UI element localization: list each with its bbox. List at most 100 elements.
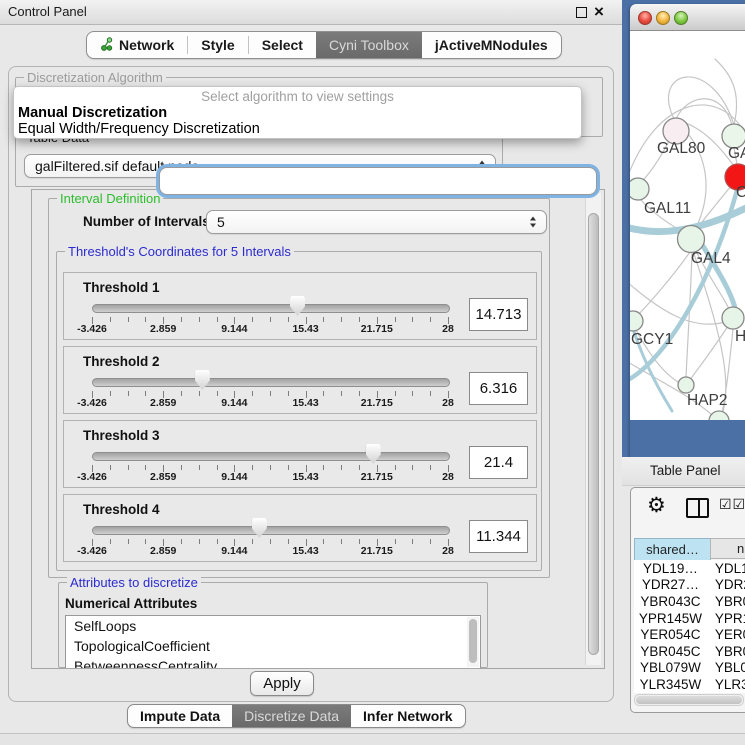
attributes-scrollbar[interactable]: [467, 617, 479, 667]
threshold-label: Threshold 1: [83, 280, 160, 295]
table-hscrollbar[interactable]: [634, 694, 744, 706]
slider-tick-labels: -3.4262.8599.14415.4321.71528: [92, 545, 448, 557]
tab-label: jActiveMNodules: [435, 37, 548, 53]
bottom-tab-impute-data[interactable]: Impute Data: [128, 705, 232, 727]
gear-icon[interactable]: ⚙: [647, 493, 666, 519]
algorithm-option-manual[interactable]: Manual Discretization: [14, 105, 581, 121]
network-node-gcy1[interactable]: [630, 311, 643, 331]
network-canvas[interactable]: GAL80GACGAL11GAL4GCY1HHAP2: [630, 31, 745, 420]
threshold-slider-track[interactable]: [92, 526, 450, 535]
table-cell-shared-name: YLR345W: [634, 677, 707, 692]
control-panel-tabbar: Network StyleSelectCyni Toolbox jActiveMNo…: [86, 31, 562, 59]
settings-scroll-panel: Interval Definition Number of Intervals …: [31, 189, 605, 669]
zoom-traffic-light-icon[interactable]: [674, 11, 688, 25]
network-window-titlebar[interactable]: [630, 4, 745, 31]
cyni-toolbox-panel: Discretization Algorithm Table Data galF…: [8, 66, 614, 702]
tab-label: Network: [119, 37, 174, 53]
threshold-row: Threshold 1-3.4262.8599.14415.4321.71528…: [63, 272, 537, 340]
network-node-label: GA: [728, 145, 745, 162]
table-cell-name: YDL1: [707, 561, 745, 576]
attribute-list-item[interactable]: TopologicalCoefficient: [66, 636, 480, 656]
attributes-title: Attributes to discretize: [67, 575, 201, 590]
cyni-bottom-tabbar: Impute DataDiscretize DataInfer Network: [127, 704, 466, 728]
settings-scrollbar[interactable]: [585, 193, 601, 665]
threshold-slider-thumb[interactable]: [252, 518, 267, 538]
table-row[interactable]: YDR27…YDR2: [634, 577, 745, 594]
network-node-h[interactable]: [722, 307, 744, 329]
algorithm-combo[interactable]: [159, 167, 597, 195]
threshold-slider-track[interactable]: [92, 452, 450, 461]
table-row[interactable]: YLR345WYLR3: [634, 676, 745, 693]
table-row[interactable]: YBR043CYBR0: [634, 593, 745, 610]
tab-jactivemnodules[interactable]: jActiveMNodules: [422, 32, 561, 58]
threshold-label: Threshold 4: [83, 502, 160, 517]
network-edge[interactable]: [715, 59, 737, 125]
table-cell-shared-name: YDR27…: [634, 577, 707, 592]
node-table-body[interactable]: YDL19…YDL1YDR27…YDR2YBR043CYBR0YPR145WYP…: [634, 560, 745, 693]
network-edge[interactable]: [635, 252, 690, 318]
control-panel-title: Control Panel: [8, 4, 87, 19]
threshold-slider-thumb[interactable]: [366, 444, 381, 464]
column-layout-icon[interactable]: [686, 498, 709, 518]
column-header-name[interactable]: n: [710, 538, 745, 559]
table-cell-name: YBR0: [707, 644, 745, 659]
table-row[interactable]: YER054CYER0: [634, 626, 745, 643]
threshold-value-field[interactable]: 14.713: [469, 298, 528, 331]
threshold-value-field[interactable]: 6.316: [469, 372, 528, 405]
table-row[interactable]: YBR045CYBR0: [634, 643, 745, 660]
attribute-list-item[interactable]: SelfLoops: [66, 616, 480, 636]
float-window-icon[interactable]: [576, 7, 587, 18]
tab-select[interactable]: Select: [249, 32, 316, 58]
table-cell-shared-name: YPR145W: [634, 611, 707, 626]
threshold-value-field[interactable]: 11.344: [469, 520, 528, 553]
interval-definition-title: Interval Definition: [57, 191, 163, 206]
threshold-value-field[interactable]: 21.4: [469, 446, 528, 479]
network-edge[interactable]: [630, 281, 725, 324]
table-cell-name: YPR1: [707, 611, 745, 626]
threshold-row: Threshold 2 -3.4262.8599.14415.4321.71528…: [63, 346, 537, 414]
threshold-slider-track[interactable]: [92, 304, 450, 313]
network-node-label: C: [736, 184, 745, 201]
tab-style[interactable]: Style: [188, 32, 247, 58]
threshold-slider-track[interactable]: [92, 378, 450, 387]
table-cell-name: YBR0: [707, 594, 745, 609]
network-node-gal4[interactable]: [678, 226, 705, 253]
column-header-shared[interactable]: shared…: [634, 538, 711, 561]
network-node-label: HAP2: [687, 392, 728, 409]
table-row[interactable]: YPR145WYPR1: [634, 610, 745, 627]
table-cell-shared-name: YDL19…: [634, 561, 707, 576]
bottom-tab-infer-network[interactable]: Infer Network: [351, 705, 464, 727]
network-node[interactable]: [709, 411, 729, 420]
table-hscrollbar-thumb[interactable]: [636, 696, 742, 704]
numerical-attributes-list[interactable]: SelfLoopsTopologicalCoefficientBetweenne…: [65, 615, 481, 669]
number-of-intervals-combo[interactable]: 5: [206, 210, 547, 234]
threshold-slider-thumb[interactable]: [290, 296, 305, 316]
table-panel-title: Table Panel: [650, 463, 721, 478]
network-node-hap2[interactable]: [678, 377, 694, 393]
attributes-group: Attributes to discretize Numerical Attri…: [58, 582, 488, 668]
minimize-traffic-light-icon[interactable]: [656, 11, 670, 25]
close-traffic-light-icon[interactable]: [638, 11, 652, 25]
apply-button[interactable]: Apply: [250, 671, 314, 696]
network-view-window: GAL80GACGAL11GAL4GCY1HHAP2: [630, 4, 745, 457]
attributes-scrollbar-thumb[interactable]: [469, 619, 477, 663]
numerical-attributes-label: Numerical Attributes: [65, 596, 197, 611]
threshold-label: Threshold 2: [83, 354, 160, 369]
slider-tick-labels: -3.4262.8599.14415.4321.71528: [92, 397, 448, 409]
threshold-row: Threshold 3-3.4262.8599.14415.4321.71528…: [63, 420, 537, 488]
threshold-slider-thumb[interactable]: [195, 370, 210, 390]
discretization-algorithm-title: Discretization Algorithm: [24, 70, 166, 85]
close-icon[interactable]: ×: [594, 0, 604, 24]
settings-scrollbar-thumb[interactable]: [588, 213, 599, 655]
algorithm-option-equal-width[interactable]: Equal Width/Frequency Discretization: [14, 121, 581, 137]
table-row[interactable]: YBL079WYBL0: [634, 660, 745, 677]
network-node-gal11[interactable]: [630, 178, 649, 200]
tab-cyni-toolbox[interactable]: Cyni Toolbox: [316, 32, 422, 58]
attribute-list-item[interactable]: BetweennessCentrality: [66, 656, 480, 669]
table-cell-name: YDR2: [707, 577, 745, 592]
tab-network[interactable]: Network: [87, 32, 187, 58]
bottom-tab-discretize-data[interactable]: Discretize Data: [232, 705, 351, 727]
table-cell-name: YLR3: [707, 677, 745, 692]
select-columns-icons[interactable]: ☑☑: [719, 496, 745, 513]
table-row[interactable]: YDL19…YDL1: [634, 560, 745, 577]
